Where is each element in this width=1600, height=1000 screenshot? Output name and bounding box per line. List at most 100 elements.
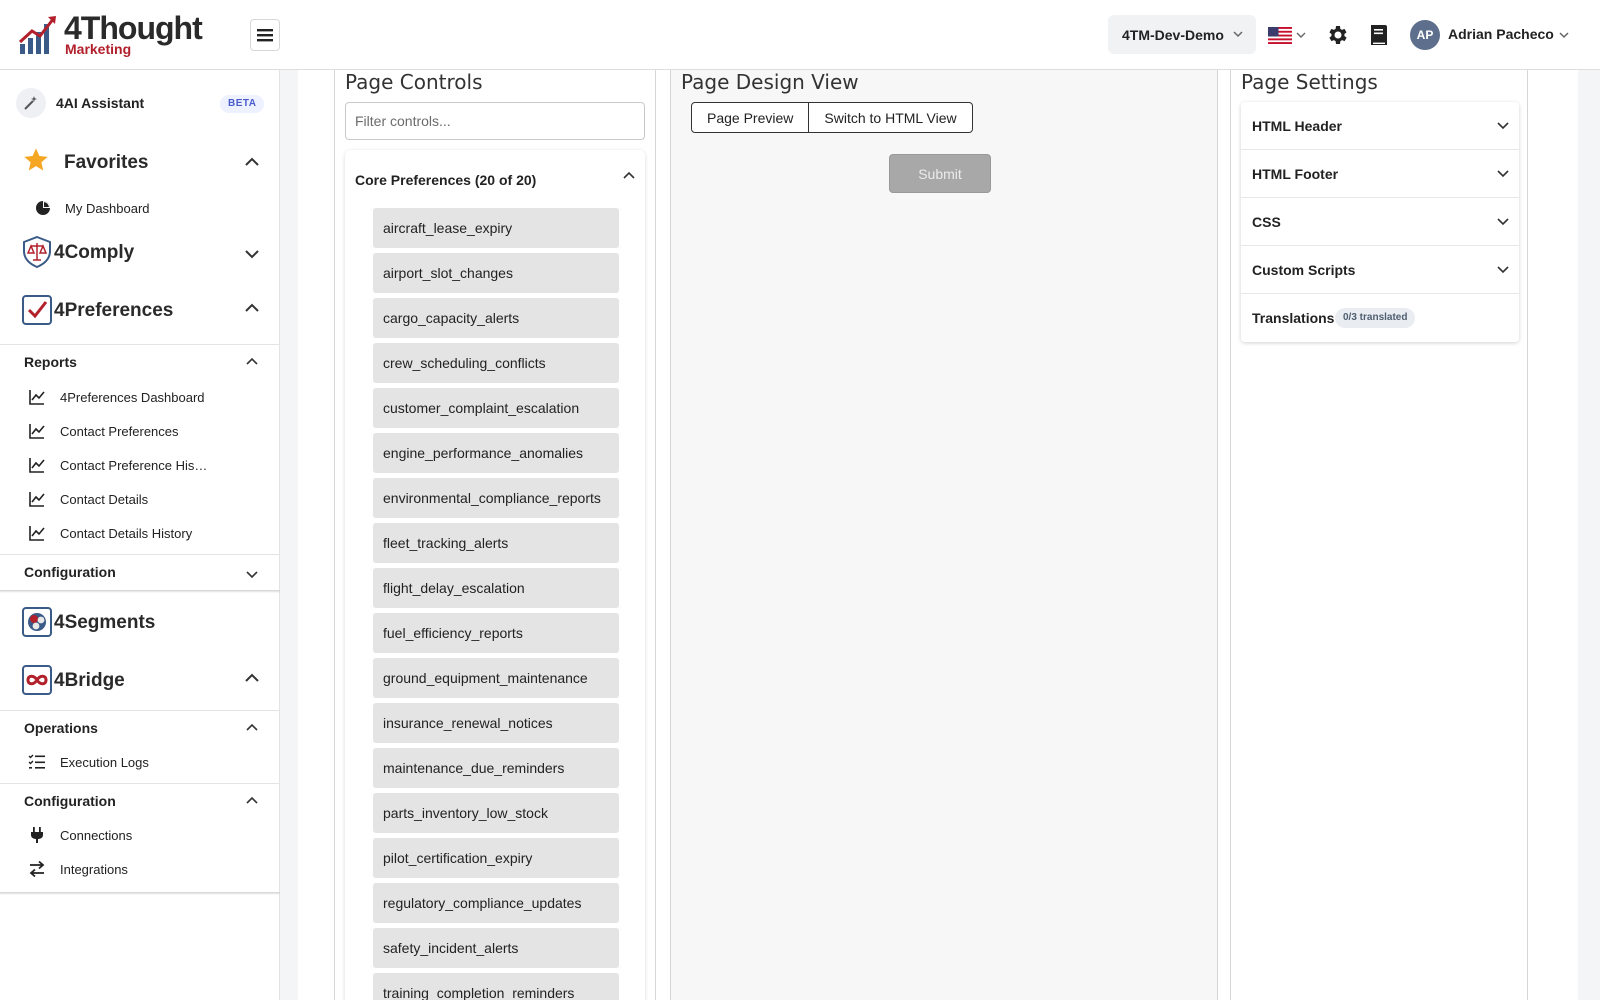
star-icon [24,148,48,171]
user-name[interactable]: Adrian Pacheco [1448,26,1554,42]
preferences-configuration-group-header[interactable]: Configuration [0,554,280,590]
operations-group-header[interactable]: Operations [0,710,280,746]
settings-accordion: HTML Header HTML Footer CSS Custom Scrip… [1241,102,1519,342]
us-flag-icon [1268,26,1292,44]
control-item[interactable]: training_completion_reminders [373,973,619,1000]
chevron-down-icon[interactable] [1558,29,1570,41]
organization-selector[interactable]: 4TM-Dev-Demo [1108,15,1256,54]
submit-button[interactable]: Submit [889,154,991,193]
sidebar-item-4preferences-dashboard[interactable]: 4Preferences Dashboard [0,382,280,412]
control-item[interactable]: safety_incident_alerts [373,928,619,968]
section-shadow [0,590,280,593]
reports-group-header[interactable]: Reports [0,344,280,380]
sidebar-item-contact-preferences[interactable]: Contact Preferences [0,416,280,446]
css-accordion[interactable]: CSS [1241,198,1519,246]
bridge-configuration-group-header[interactable]: Configuration [0,783,280,819]
controls-list: aircraft_lease_expiry airport_slot_chang… [373,208,621,1000]
filter-controls-input[interactable] [345,102,645,140]
chevron-down-icon [1497,218,1509,226]
accordion-label: Custom Scripts [1252,262,1356,278]
swap-arrows-icon [29,860,45,878]
chevron-down-icon [1497,170,1509,178]
translations-status-badge: 0/3 translated [1335,308,1416,328]
chevron-up-icon[interactable] [623,171,635,181]
accordion-label: CSS [1252,214,1281,230]
control-item[interactable]: ground_equipment_maintenance [373,658,619,698]
book-icon[interactable] [1368,23,1390,47]
favorites-section-header[interactable]: Favorites [0,142,280,182]
control-item[interactable]: cargo_capacity_alerts [373,298,619,338]
control-item[interactable]: fuel_efficiency_reports [373,613,619,653]
line-chart-icon [29,424,45,439]
control-item[interactable]: regulatory_compliance_updates [373,883,619,923]
sidebar-item-my-dashboard[interactable]: My Dashboard [0,193,280,223]
control-item[interactable]: customer_complaint_escalation [373,388,619,428]
chevron-up-icon [246,796,258,804]
shield-scale-icon [23,236,51,268]
page-controls-panel: Page Controls Core Preferences (20 of 20… [334,70,656,1000]
page-preview-button[interactable]: Page Preview [691,102,810,133]
sidebar-item-execution-logs[interactable]: Execution Logs [0,747,280,777]
sidebar-item-label: Connections [60,828,133,843]
core-preferences-header[interactable]: Core Preferences (20 of 20) [355,172,536,188]
4segments-section-header[interactable]: 4Segments [0,602,280,642]
control-item[interactable]: aircraft_lease_expiry [373,208,619,248]
sidebar-item-contact-preference-history[interactable]: Contact Preference His… [0,450,280,480]
sidebar-item-contact-details[interactable]: Contact Details [0,484,280,514]
sidebar: 4AI Assistant BETA Favorites My Dashboar… [0,70,280,1000]
sidebar-item-4ai-assistant[interactable]: 4AI Assistant BETA [0,86,280,120]
sidebar-item-label: 4AI Assistant [56,95,145,111]
plug-icon [31,827,43,843]
core-preferences-card: Core Preferences (20 of 20) aircraft_lea… [345,150,645,1000]
control-item[interactable]: airport_slot_changes [373,253,619,293]
custom-scripts-accordion[interactable]: Custom Scripts [1241,246,1519,294]
control-item[interactable]: pilot_certification_expiry [373,838,619,878]
4preferences-title: 4Preferences [54,300,174,321]
beta-badge: BETA [220,95,265,113]
logo-chart-icon [18,16,56,54]
checklist-icon [28,754,45,769]
4bridge-section-header[interactable]: 4Bridge [0,660,280,700]
control-item[interactable]: insurance_renewal_notices [373,703,619,743]
main-content: Page Controls Core Preferences (20 of 20… [298,70,1578,1000]
chevron-down-icon [245,250,259,259]
line-chart-icon [29,458,45,473]
sidebar-item-contact-details-history[interactable]: Contact Details History [0,518,280,548]
control-item[interactable]: engine_performance_anomalies [373,433,619,473]
control-item[interactable]: crew_scheduling_conflicts [373,343,619,383]
translations-accordion[interactable]: Translations 0/3 translated [1241,294,1519,342]
logo-subtitle: Marketing [65,41,132,57]
html-header-accordion[interactable]: HTML Header [1241,102,1519,150]
operations-title: Operations [24,720,98,736]
control-item[interactable]: environmental_compliance_reports [373,478,619,518]
4comply-section-header[interactable]: 4Comply [0,232,280,272]
switch-to-html-view-button[interactable]: Switch to HTML View [809,102,973,133]
sidebar-item-label: Contact Details History [60,526,193,541]
page-settings-title: Page Settings [1241,70,1378,94]
gear-icon[interactable] [1326,23,1350,47]
language-selector[interactable] [1268,24,1308,46]
avatar[interactable]: AP [1410,20,1440,50]
sidebar-item-label: My Dashboard [65,201,150,216]
sidebar-item-integrations[interactable]: Integrations [0,854,280,884]
control-item[interactable]: parts_inventory_low_stock [373,793,619,833]
sidebar-item-connections[interactable]: Connections [0,820,280,850]
top-bar: 4Thought Marketing 4TM-Dev-Demo AP Adria… [0,0,1600,70]
line-chart-icon [29,492,45,507]
control-item[interactable]: maintenance_due_reminders [373,748,619,788]
page-design-title: Page Design View [681,70,859,94]
configuration-title: Configuration [24,564,116,580]
company-logo[interactable]: 4Thought Marketing [18,10,218,58]
chevron-down-icon [1497,266,1509,274]
chevron-down-icon [1296,32,1306,38]
sidebar-item-label: Contact Preferences [60,424,179,439]
4preferences-section-header[interactable]: 4Preferences [0,290,280,330]
control-item[interactable]: flight_delay_escalation [373,568,619,608]
infinity-icon [22,665,52,695]
favorites-title: Favorites [64,152,149,173]
accordion-label: HTML Header [1252,118,1342,134]
control-item[interactable]: fleet_tracking_alerts [373,523,619,563]
html-footer-accordion[interactable]: HTML Footer [1241,150,1519,198]
menu-toggle-button[interactable] [250,19,280,51]
magic-wand-icon [16,88,46,118]
